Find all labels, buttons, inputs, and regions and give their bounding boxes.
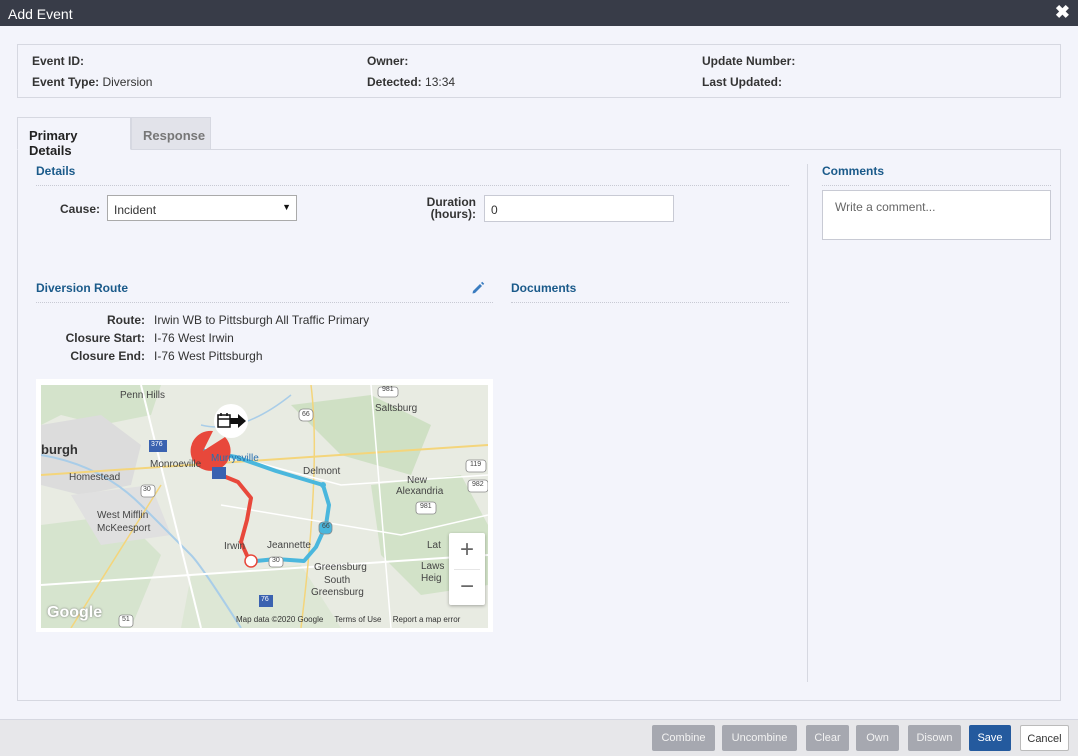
footer-bar: Combine Uncombine Clear Own Disown Save …: [0, 719, 1078, 756]
duration-input[interactable]: 0: [484, 195, 674, 222]
map-label-heig: Heig: [421, 573, 442, 584]
cause-value: Incident: [114, 203, 157, 217]
map-label-south-greensburg: Greensburg: [311, 587, 364, 598]
shield-30b: 30: [272, 557, 280, 564]
close-icon[interactable]: ✖: [1055, 2, 1070, 22]
cause-select[interactable]: Incident ▼: [107, 195, 297, 221]
owner-field: Owner:: [367, 54, 409, 68]
map-label-monroeville: Monroeville: [150, 459, 202, 470]
map-label-alexandria: Alexandria: [396, 486, 444, 497]
tab-response[interactable]: Response: [131, 117, 211, 150]
save-button[interactable]: Save: [969, 725, 1011, 751]
window-title: Add Event: [8, 6, 73, 22]
comment-input[interactable]: Write a comment...: [822, 190, 1051, 240]
map-attribution: Map data ©2020 Google Terms of Use Repor…: [236, 615, 469, 624]
terms-of-use-link[interactable]: Terms of Use: [334, 615, 381, 624]
shield-981b: 981: [420, 503, 432, 510]
disown-button[interactable]: Disown: [908, 725, 961, 751]
documents-divider: [511, 302, 789, 303]
update-number-field: Update Number:: [702, 54, 796, 68]
comments-heading: Comments: [822, 164, 885, 178]
report-map-error-link[interactable]: Report a map error: [393, 615, 461, 624]
clear-button[interactable]: Clear: [806, 725, 849, 751]
map-label-south: South: [324, 575, 351, 586]
zoom-out-button[interactable]: −: [449, 570, 485, 606]
tab-primary-details[interactable]: Primary Details: [17, 117, 131, 158]
event-id-field: Event ID:: [32, 54, 85, 68]
map-data-text: Map data ©2020 Google: [236, 615, 324, 624]
cause-label: Cause:: [59, 202, 100, 216]
cancel-button[interactable]: Cancel: [1020, 725, 1069, 751]
combine-button[interactable]: Combine: [652, 725, 715, 751]
event-info-box: Event ID: Event Type: Diversion Owner: D…: [17, 44, 1061, 98]
documents-heading: Documents: [511, 281, 577, 295]
shield-119: 119: [470, 461, 482, 468]
closure-end-label: Closure End:: [70, 349, 145, 363]
map-label-mckeesport: McKeesport: [97, 523, 151, 534]
shield-51: 51: [122, 616, 130, 623]
closure-end-value: I-76 West Pittsburgh: [154, 349, 263, 363]
zoom-control: + −: [449, 533, 485, 605]
map-label-lat: Lat: [427, 540, 441, 551]
map-label-penn-hills: Penn Hills: [120, 390, 166, 401]
map-label-saltsburg: Saltsburg: [375, 403, 418, 414]
comments-divider: [822, 185, 1051, 186]
map-canvas[interactable]: Penn Hills Saltsburg burgh Monroeville M…: [41, 385, 488, 628]
map-label-irwin: Irwin: [224, 541, 246, 552]
google-logo: Google: [47, 604, 103, 621]
shield-982: 982: [472, 481, 484, 488]
details-heading: Details: [36, 164, 76, 178]
map-label-delmont: Delmont: [303, 466, 341, 477]
details-divider: [36, 185, 789, 186]
route-value: Irwin WB to Pittsburgh All Traffic Prima…: [154, 313, 370, 327]
zoom-in-button[interactable]: +: [449, 533, 485, 569]
map-label-pittsburgh: burgh: [41, 442, 78, 457]
closure-start-value: I-76 West Irwin: [154, 331, 234, 345]
route-label: Route:: [107, 313, 145, 327]
map-label-murrysville: Murrysville: [211, 453, 259, 464]
diversion-route-heading: Diversion Route: [36, 281, 129, 295]
last-updated-field: Last Updated:: [702, 75, 783, 89]
map-label-jeannette: Jeannette: [267, 540, 311, 551]
shield-981: 981: [382, 386, 394, 393]
shield-376: 376: [151, 441, 163, 448]
column-divider: [807, 164, 808, 682]
closure-start-label: Closure Start:: [65, 331, 145, 345]
map-label-greensburg: Greensburg: [314, 562, 367, 573]
shield-76: 76: [261, 596, 269, 603]
diversion-divider: [36, 302, 493, 303]
map-label-homestead: Homestead: [69, 472, 121, 483]
map-label-new: New: [407, 475, 428, 486]
chevron-down-icon: ▼: [282, 202, 291, 212]
shield-30: 30: [143, 486, 151, 493]
event-type-field: Event Type: Diversion: [32, 75, 153, 89]
title-bar: Add Event ✖: [0, 0, 1078, 26]
diversion-map[interactable]: Penn Hills Saltsburg burgh Monroeville M…: [36, 379, 493, 632]
duration-label: Duration (hours):: [426, 195, 476, 221]
map-label-laws: Laws: [421, 561, 445, 572]
map-label-west-mifflin: West Mifflin: [97, 510, 149, 521]
pencil-icon[interactable]: [471, 281, 485, 295]
detected-field: Detected: 13:34: [367, 75, 456, 89]
shield-66b: 66: [322, 523, 330, 530]
own-button[interactable]: Own: [856, 725, 899, 751]
uncombine-button[interactable]: Uncombine: [722, 725, 797, 751]
shield-66: 66: [302, 411, 310, 418]
